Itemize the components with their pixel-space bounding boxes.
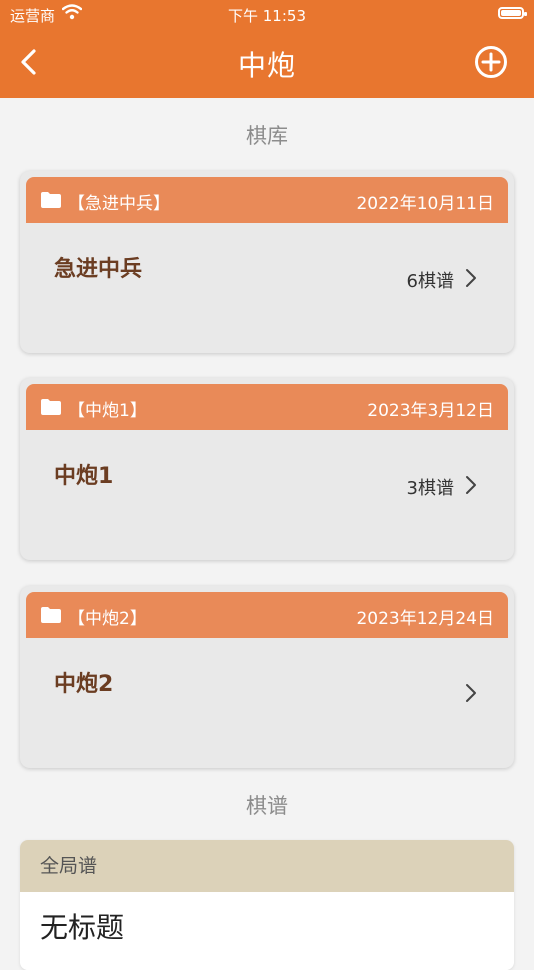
group-header: 全局谱 <box>20 840 514 892</box>
clock-label: 下午 11:53 <box>228 7 306 25</box>
status-bar: 运营商 下午 11:53 <box>0 0 534 28</box>
add-button[interactable] <box>474 45 508 79</box>
navigation-bar: 运营商 下午 11:53 中炮 <box>0 0 534 98</box>
library-card[interactable]: 【急进中兵】 2022年10月11日 急进中兵 6棋谱 <box>20 171 514 353</box>
card-count: 6棋谱 <box>406 271 454 292</box>
battery-icon <box>498 7 527 19</box>
library-card[interactable]: 【中炮2】 2023年12月24日 中炮2 <box>20 586 514 768</box>
card-name: 中炮1 <box>54 464 114 489</box>
card-count: 3棋谱 <box>406 478 454 499</box>
library-section-title: 棋库 <box>246 124 288 148</box>
card-header: 【中炮1】 2023年3月12日 <box>26 384 508 430</box>
chevron-right-icon <box>466 476 476 494</box>
page-title: 中炮 <box>237 49 296 82</box>
card-date: 2023年12月24日 <box>356 609 494 629</box>
library-card[interactable]: 【中炮1】 2023年3月12日 中炮1 3棋谱 <box>20 378 514 560</box>
card-name: 急进中兵 <box>54 257 143 282</box>
card-tag: 【急进中兵】 <box>68 194 170 214</box>
chevron-right-icon <box>466 684 476 702</box>
folder-icon <box>41 399 61 415</box>
card-header: 【中炮2】 2023年12月24日 <box>26 592 508 638</box>
folder-icon <box>41 192 61 208</box>
folder-icon <box>41 607 61 623</box>
card-name: 中炮2 <box>54 672 114 697</box>
card-tag: 【中炮2】 <box>68 609 147 629</box>
card-date: 2022年10月11日 <box>356 194 494 214</box>
games-group: 全局谱 无标题 <box>20 840 514 970</box>
game-list-item[interactable]: 无标题 <box>20 892 514 970</box>
games-section-title: 棋谱 <box>246 794 288 818</box>
card-tag: 【中炮1】 <box>68 401 147 421</box>
chevron-right-icon <box>466 269 476 287</box>
card-header: 【急进中兵】 2022年10月11日 <box>26 177 508 223</box>
card-date: 2023年3月12日 <box>367 401 494 421</box>
